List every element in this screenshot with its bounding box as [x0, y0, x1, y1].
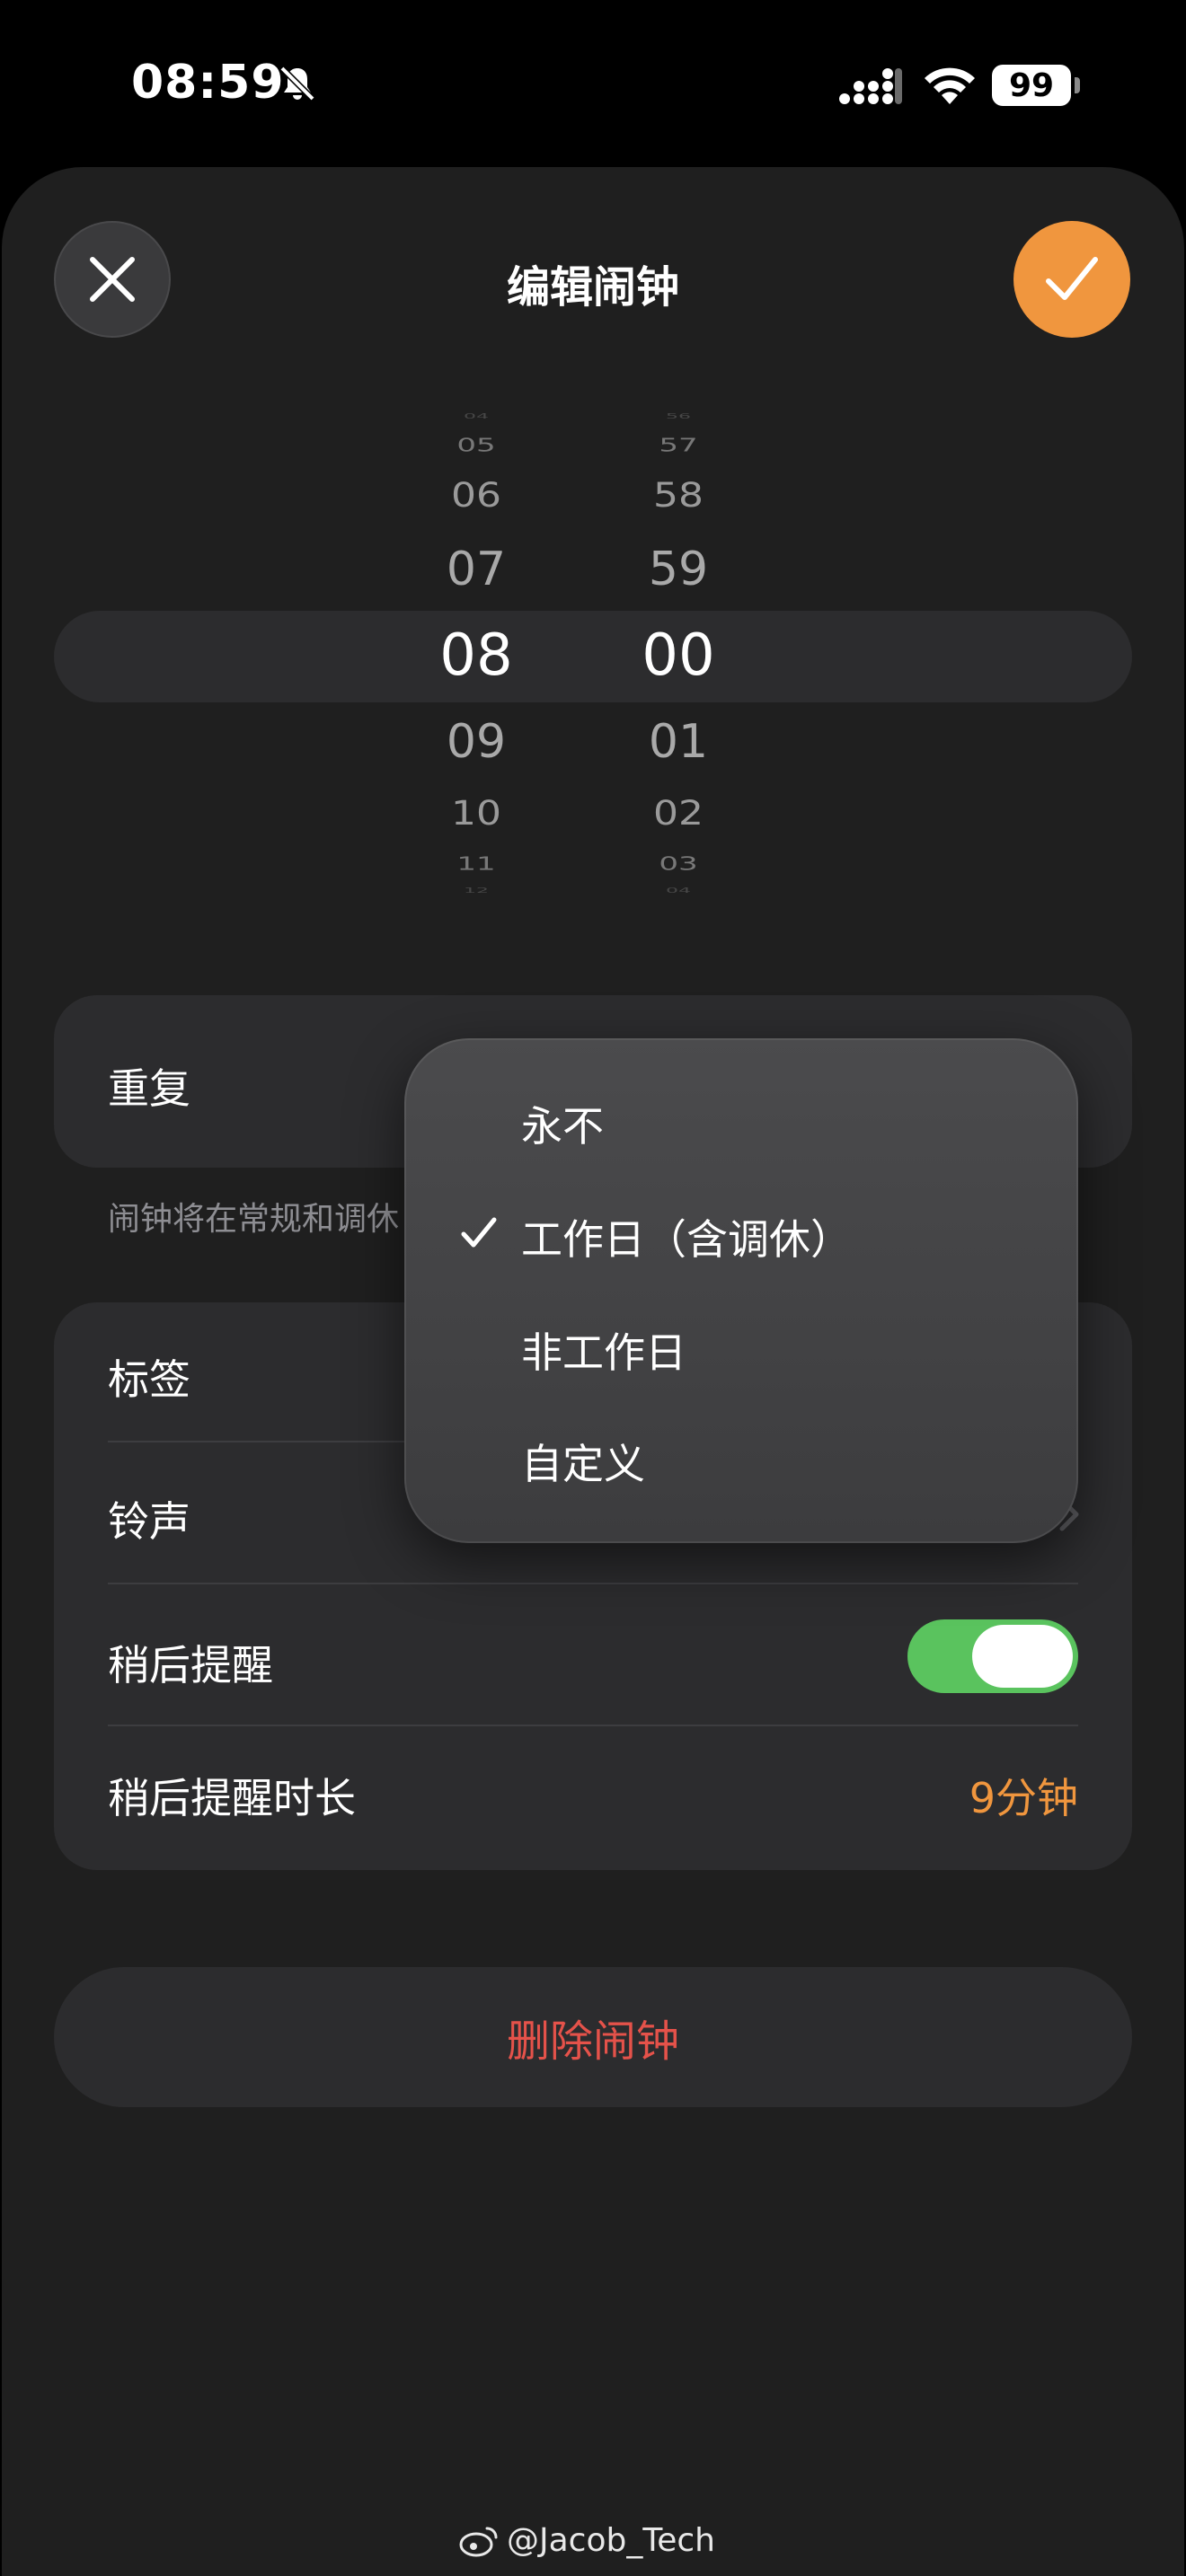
- picker-value[interactable]: 03: [597, 855, 759, 873]
- menu-item-never[interactable]: 永不: [404, 1065, 1078, 1178]
- close-icon: [90, 257, 135, 302]
- menu-item-workdays[interactable]: 工作日（含调休）: [404, 1178, 1078, 1292]
- snooze-duration-label[interactable]: 稍后提醒时长: [108, 1766, 356, 1825]
- label-row-label[interactable]: 标签: [108, 1347, 190, 1407]
- watermark-text: @Jacob_Tech: [507, 2522, 715, 2559]
- picker-selection-highlight: [54, 611, 1132, 702]
- menu-item-non-workdays[interactable]: 非工作日: [404, 1292, 1078, 1405]
- menu-item-custom[interactable]: 自定义: [404, 1403, 1078, 1516]
- menu-item-label: 非工作日: [521, 1328, 686, 1377]
- battery-tip: [1075, 77, 1080, 93]
- picker-value[interactable]: 09: [395, 719, 557, 765]
- picker-value[interactable]: 10: [395, 797, 557, 830]
- picker-value[interactable]: 59: [597, 546, 759, 593]
- menu-item-label: 永不: [521, 1102, 604, 1151]
- confirm-button[interactable]: [1013, 221, 1130, 338]
- picker-selected-value[interactable]: 08: [395, 627, 557, 684]
- page-title: 编辑闹钟: [506, 262, 679, 313]
- picker-value[interactable]: 06: [395, 479, 557, 512]
- watermark: @Jacob_Tech: [458, 2522, 715, 2559]
- menu-item-label: 工作日（含调休）: [521, 1215, 852, 1264]
- close-button[interactable]: [54, 221, 171, 338]
- sound-row-label[interactable]: 铃声: [108, 1489, 190, 1548]
- picker-value[interactable]: 04: [597, 887, 759, 895]
- delete-alarm-button[interactable]: 删除闹钟: [54, 1967, 1132, 2107]
- picker-value[interactable]: 04: [395, 413, 557, 420]
- battery-indicator: 99: [992, 65, 1071, 106]
- bell-muted-icon: [279, 66, 315, 101]
- snooze-toggle[interactable]: [907, 1619, 1078, 1693]
- divider: [108, 1583, 1078, 1584]
- picker-value[interactable]: 58: [597, 479, 759, 512]
- checkmark-icon: [461, 1217, 497, 1248]
- picker-value[interactable]: 05: [395, 437, 557, 454]
- snooze-row-label: 稍后提醒: [108, 1641, 273, 1689]
- picker-value[interactable]: 01: [597, 719, 759, 765]
- picker-value[interactable]: 07: [395, 546, 557, 593]
- weibo-icon: [459, 2527, 498, 2556]
- screen: 08:59 99 编辑闹钟 04 05 06 07 08 09 10 11 12…: [0, 0, 1186, 2576]
- repeat-label: 重复: [108, 1064, 190, 1113]
- cellular-signal-icon: [839, 68, 902, 104]
- picker-value[interactable]: 11: [395, 855, 557, 873]
- picker-value[interactable]: 56: [597, 413, 759, 420]
- checkmark-icon: [1046, 257, 1098, 300]
- snooze-duration-value[interactable]: 9分钟: [969, 1766, 1078, 1825]
- picker-value[interactable]: 12: [395, 887, 557, 895]
- status-time: 08:59: [131, 56, 285, 110]
- minute-wheel[interactable]: 56 57 58 59 00 01 02 03 04: [597, 395, 759, 916]
- picker-selected-value[interactable]: 00: [597, 627, 759, 684]
- divider: [108, 1725, 1078, 1726]
- menu-item-label: 自定义: [521, 1440, 645, 1488]
- repeat-menu: 永不 工作日（含调休） 非工作日 自定义: [404, 1038, 1078, 1543]
- picker-value[interactable]: 02: [597, 797, 759, 830]
- repeat-footnote: 闹钟将在常规和调休: [108, 1201, 400, 1238]
- toggle-knob: [972, 1625, 1073, 1688]
- hour-wheel[interactable]: 04 05 06 07 08 09 10 11 12: [395, 395, 557, 916]
- wifi-icon: [925, 67, 975, 104]
- picker-value[interactable]: 57: [597, 437, 759, 454]
- delete-alarm-label: 删除闹钟: [506, 2016, 679, 2067]
